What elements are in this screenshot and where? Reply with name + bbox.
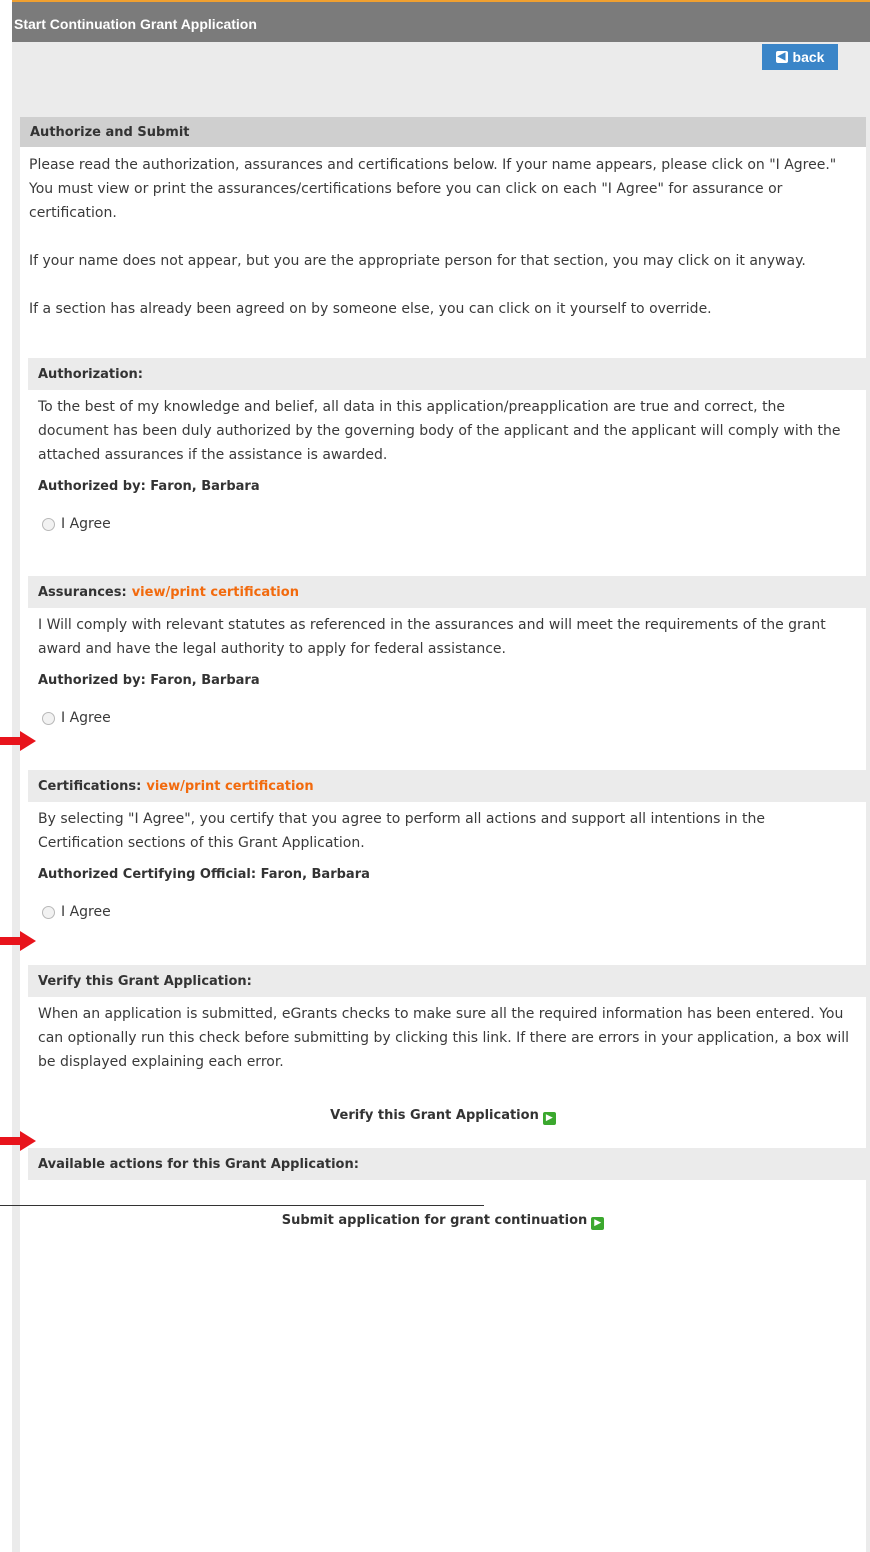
verify-link-label: Verify this Grant Application xyxy=(330,1108,539,1123)
section-header-label: Authorize and Submit xyxy=(30,124,190,140)
actions-heading: Available actions for this Grant Applica… xyxy=(38,1156,359,1172)
go-arrow-icon: ▶ xyxy=(542,1112,556,1125)
back-label: back xyxy=(792,49,825,65)
authorization-agree-radio[interactable] xyxy=(42,517,55,531)
actions-header: Available actions for this Grant Applica… xyxy=(28,1148,866,1180)
page-title: Start Continuation Grant Application xyxy=(14,16,257,32)
authorization-header: Authorization: xyxy=(28,358,866,390)
assurances-agree-label: I Agree xyxy=(61,710,111,726)
assurances-heading: Assurances: xyxy=(38,584,127,600)
submit-continuation-link[interactable]: Submit application for grant continuatio… xyxy=(20,1213,866,1230)
assurances-agree-radio[interactable] xyxy=(42,711,55,725)
section-header: Authorize and Submit xyxy=(20,117,866,147)
authorization-agree-option[interactable]: I Agree xyxy=(20,516,866,532)
authorization-text: To the best of my knowledge and belief, … xyxy=(38,399,841,463)
verify-text: When an application is submitted, eGrant… xyxy=(38,1006,850,1070)
certifications-agree-radio[interactable] xyxy=(42,905,55,919)
verify-header: Verify this Grant Application: xyxy=(28,965,866,997)
certifications-header: Certifications: view/print certification xyxy=(28,770,866,802)
authorization-heading: Authorization: xyxy=(38,366,143,382)
intro-paragraph-1: Please read the authorization, assurance… xyxy=(29,157,837,221)
certifications-heading: Certifications: xyxy=(38,778,142,794)
annotation-arrow-assurances xyxy=(0,731,36,751)
authorize-submit-section: Authorize and Submit Please read the aut… xyxy=(20,117,866,1552)
certifications-authorized-by: Authorized Certifying Official: Faron, B… xyxy=(38,867,370,882)
annotation-line xyxy=(0,1205,484,1206)
assurances-authorized-by: Authorized by: Faron, Barbara xyxy=(38,673,260,688)
verify-application-link[interactable]: Verify this Grant Application ▶ xyxy=(20,1108,866,1125)
certifications-agree-option[interactable]: I Agree xyxy=(20,904,866,920)
submit-link-label: Submit application for grant continuatio… xyxy=(281,1213,588,1228)
certifications-agree-label: I Agree xyxy=(61,904,111,920)
back-button[interactable]: ◀ back xyxy=(762,44,838,70)
back-arrow-icon: ◀ xyxy=(775,51,788,63)
annotation-arrow-verify xyxy=(0,1131,36,1151)
main-panel: ◀ back Authorize and Submit Please read … xyxy=(12,42,870,1552)
certifications-text: By selecting "I Agree", you certify that… xyxy=(38,811,766,851)
go-arrow-icon: ▶ xyxy=(591,1217,605,1230)
page-title-bar: Start Continuation Grant Application xyxy=(12,0,870,42)
intro-paragraph-3: If a section has already been agreed on … xyxy=(29,301,712,317)
assurances-view-print-link[interactable]: view/print certification xyxy=(132,585,299,600)
authorization-authorized-by: Authorized by: Faron, Barbara xyxy=(38,479,260,494)
intro-paragraph-2: If your name does not appear, but you ar… xyxy=(29,253,806,269)
assurances-header: Assurances: view/print certification xyxy=(28,576,866,608)
verify-heading: Verify this Grant Application: xyxy=(38,973,252,989)
certifications-view-print-link[interactable]: view/print certification xyxy=(146,779,313,794)
annotation-arrow-certifications xyxy=(0,931,36,951)
assurances-agree-option[interactable]: I Agree xyxy=(20,710,866,726)
authorization-agree-label: I Agree xyxy=(61,516,111,532)
assurances-text: I Will comply with relevant statutes as … xyxy=(38,617,826,657)
